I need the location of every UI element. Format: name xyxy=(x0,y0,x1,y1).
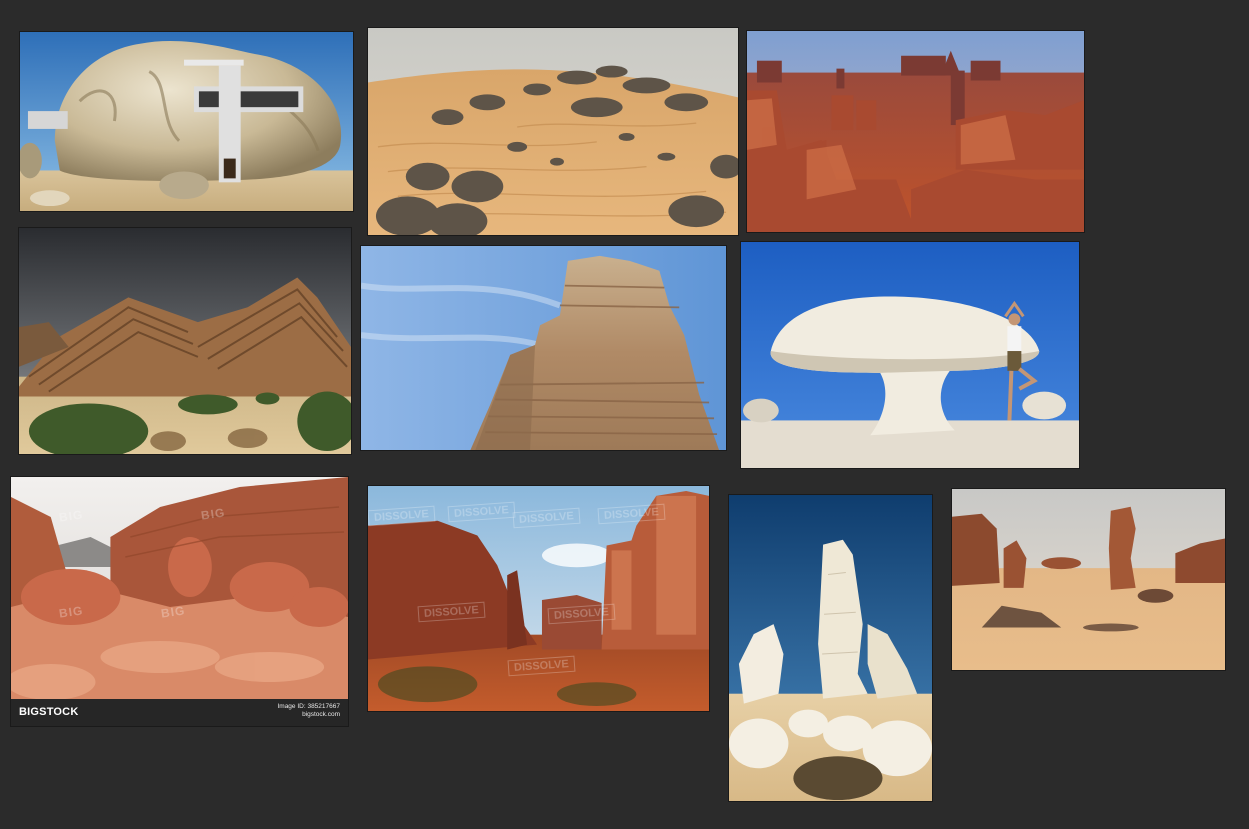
white-chalk-spires-image xyxy=(729,495,932,801)
rocky-dunes-image xyxy=(368,28,738,235)
bigstock-image-id: Image ID: 385217667 xyxy=(277,703,340,710)
monument-valley-image xyxy=(747,31,1084,232)
image-arches-canyon[interactable]: DISSOLVE DISSOLVE DISSOLVE DISSOLVE DISS… xyxy=(367,485,710,712)
image-rock-house[interactable] xyxy=(19,31,354,212)
image-red-canyon-stock[interactable]: BIG BIG BIG BIG BIGSTOCK Image ID: 38521… xyxy=(10,476,349,727)
sandstone-butte-image xyxy=(361,246,726,450)
image-sandstone-butte[interactable] xyxy=(360,245,727,451)
bigstock-watermark-bar: BIGSTOCK Image ID: 385217667 bigstock.co… xyxy=(11,699,348,726)
image-desert-hoodoos[interactable] xyxy=(951,488,1226,671)
image-monument-valley[interactable] xyxy=(746,30,1085,233)
desert-hoodoos-image xyxy=(952,489,1225,670)
moodboard-canvas: BIG BIG BIG BIG BIGSTOCK Image ID: 38521… xyxy=(0,0,1249,829)
bigstock-image-info: Image ID: 385217667 bigstock.com xyxy=(277,703,340,719)
rock-house-image xyxy=(20,32,353,211)
image-tilted-strata[interactable] xyxy=(18,227,352,455)
image-rocky-dunes[interactable] xyxy=(367,27,739,236)
image-white-chalk-spires[interactable] xyxy=(728,494,933,802)
bigstock-site: bigstock.com xyxy=(302,711,340,718)
white-desert-yoga-image xyxy=(741,242,1079,468)
image-white-desert-yoga[interactable] xyxy=(740,241,1080,469)
bigstock-logo: BIGSTOCK xyxy=(19,706,79,718)
tilted-strata-image xyxy=(19,228,351,454)
